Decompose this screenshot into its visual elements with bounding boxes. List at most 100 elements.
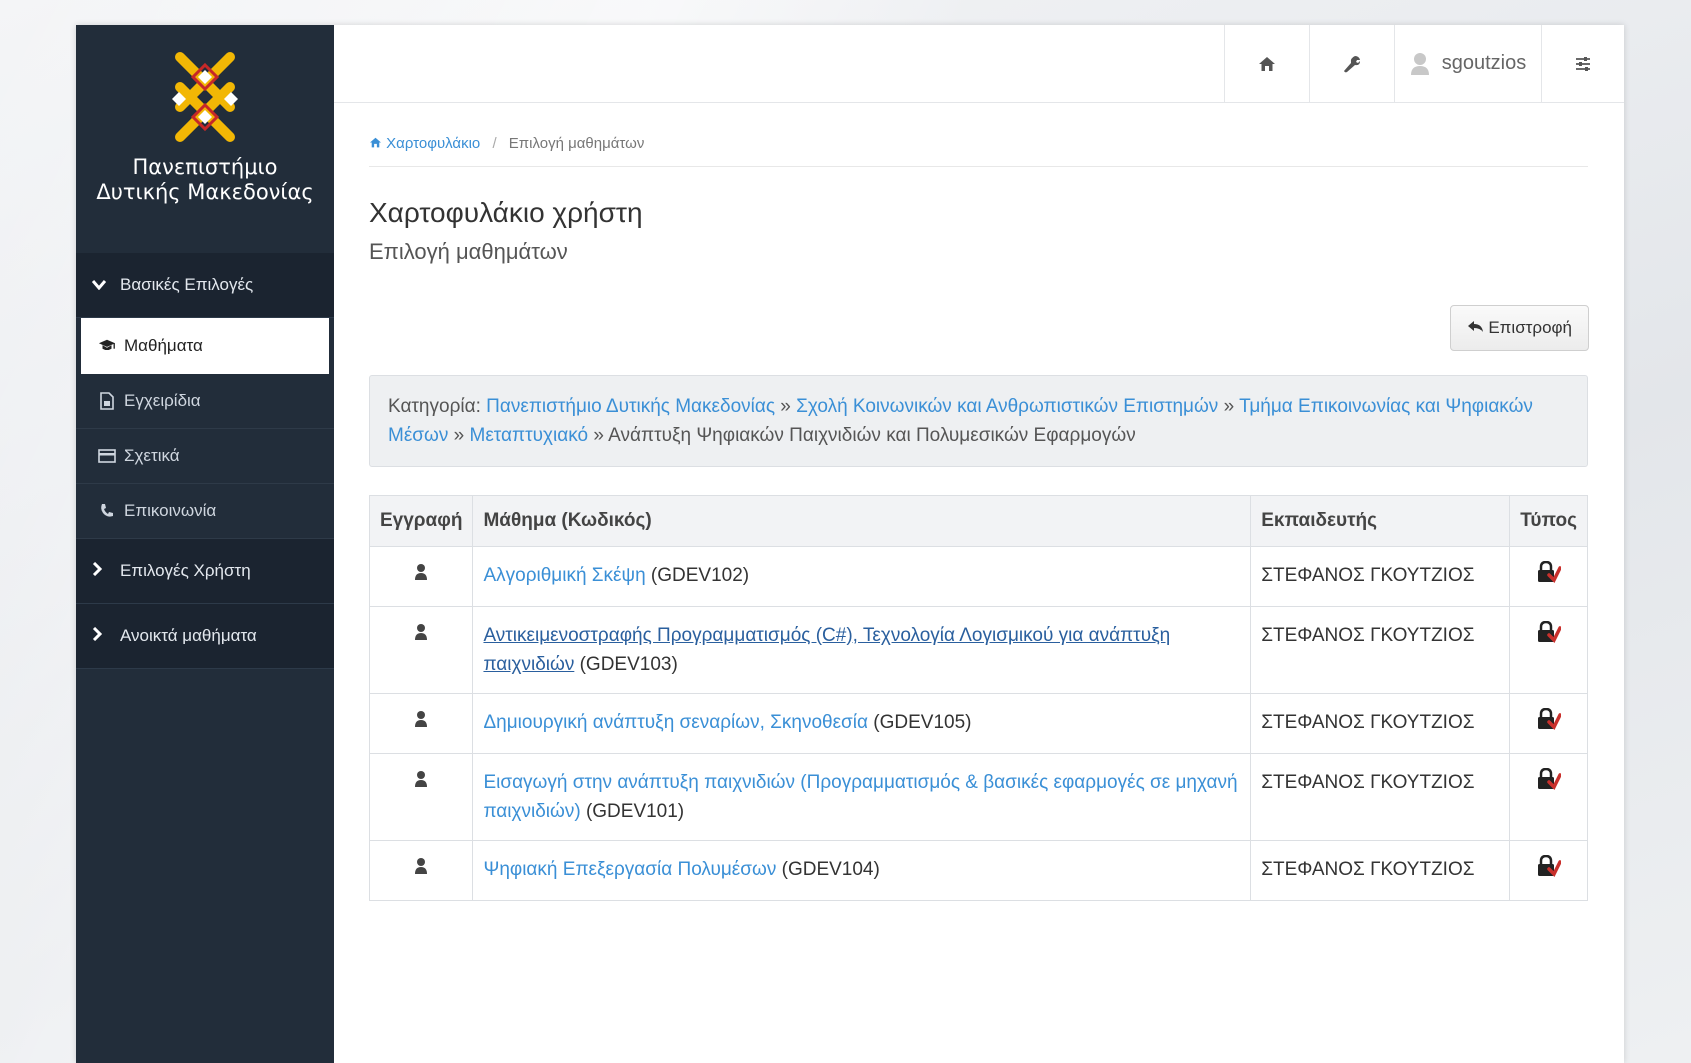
main-panel: sgoutzios Χαρτοφυλάκιο / Επιλογή μαθημάτ… [334,25,1624,1063]
home-icon [370,137,381,148]
instructor-cell: ΣΤΕΦΑΝΟΣ ΓΚΟΥΤΖΙΟΣ [1250,753,1511,841]
instructor-cell: ΣΤΕΦΑΝΟΣ ΓΚΟΥΤΖΙΟΣ [1250,840,1511,901]
category-label: Κατηγορία: [388,396,481,417]
sidebar-section-basic-label: Βασικές Επιλογές [120,275,254,294]
enroll-user-icon[interactable] [414,771,428,793]
user-icon [1410,52,1429,75]
column-header-instructor[interactable]: Εκπαιδευτής [1250,495,1511,547]
enroll-user-icon[interactable] [414,711,428,733]
course-code: (GDEV101) [585,801,685,822]
phone-icon [98,503,116,519]
graduation-cap-icon [98,338,116,354]
category-separator: » [453,425,465,446]
column-header-enroll[interactable]: Εγγραφή [368,495,474,547]
enroll-user-icon[interactable] [414,564,428,586]
top-navbar: sgoutzios [334,25,1624,103]
type-cell [1509,840,1588,901]
lock-check-icon [1537,620,1562,648]
category-link-university[interactable]: Πανεπιστήμιο Δυτικής Μακεδονίας [486,396,775,417]
sidebar-item-courses[interactable]: Μαθήματα [81,318,329,374]
username: sgoutzios [1441,52,1527,74]
category-path: Κατηγορία: Πανεπιστήμιο Δυτικής Μακεδονί… [369,375,1588,467]
wrench-icon [1344,55,1360,72]
sidebar-section-user-options[interactable]: Επιλογές Χρήστη [76,539,334,604]
course-cell: Εισαγωγή στην ανάπτυξη παιχνιδιών (Προγρ… [472,753,1252,841]
sidebar: Πανεπιστήμιο Δυτικής Μακεδονίας Βασικές … [76,25,334,1063]
sidebar-item-about[interactable]: Σχετικά [76,429,334,484]
lock-check-icon [1537,767,1562,795]
category-separator: » [1223,396,1235,417]
university-name-line1: Πανεπιστήμιο [132,155,278,179]
sidebar-item-label: Επικοινωνία [124,501,217,520]
type-cell [1509,606,1588,694]
university-name: Πανεπιστήμιο Δυτικής Μακεδονίας [96,155,313,205]
sidebar-section-open-label: Ανοικτά μαθήματα [120,626,257,645]
category-separator: » [780,396,791,417]
reply-arrow-icon [1467,321,1483,332]
enroll-cell [368,606,474,694]
sidebar-section-open-courses[interactable]: Ανοικτά μαθήματα [76,604,334,669]
type-cell [1509,693,1588,754]
home-button[interactable] [1224,25,1309,102]
sidebar-item-label: Μαθήματα [124,336,203,355]
sidebar-item-manuals[interactable]: Εγχειρίδια [76,374,334,429]
back-button-label: Επιστροφή [1488,318,1572,337]
breadcrumb-current: Επιλογή μαθημάτων [508,135,645,152]
table-row: Αντικειμενοστραφής Προγραμματισμός (C#),… [368,606,1588,694]
content-area: Χαρτοφυλάκιο / Επιλογή μαθημάτων Χαρτοφυ… [334,103,1624,901]
university-name-line2: Δυτικής Μακεδονίας [96,180,314,204]
chevron-right-icon [92,626,112,646]
course-code: (GDEV103) [579,654,678,675]
category-link-school[interactable]: Σχολή Κοινωνικών και Ανθρωπιστικών Επιστ… [796,396,1218,417]
chevron-down-icon [91,275,112,295]
settings-toggle-button[interactable] [1541,25,1624,102]
course-cell: Ψηφιακή Επεξεργασία Πολυμέσων (GDEV104) [472,840,1252,901]
document-icon [98,392,116,410]
lock-check-icon [1537,854,1562,882]
column-header-type[interactable]: Τύπος [1509,495,1588,547]
enroll-cell [368,840,474,901]
table-row: Ψηφιακή Επεξεργασία Πολυμέσων (GDEV104) Σ… [368,840,1588,901]
course-link[interactable]: Ψηφιακή Επεξεργασία Πολυμέσων [483,859,776,880]
sidebar-section-user-label: Επιλογές Χρήστη [120,561,251,580]
app-frame: Πανεπιστήμιο Δυτικής Μακεδονίας Βασικές … [76,25,1624,1063]
chevron-right-icon [92,561,112,581]
back-button[interactable]: Επιστροφή [1449,305,1589,351]
category-separator: » [593,425,604,446]
course-code: (GDEV102) [650,565,750,586]
university-emblem-icon [172,52,238,142]
enroll-user-icon[interactable] [414,858,428,880]
sidebar-item-contact[interactable]: Επικοινωνία [76,484,334,539]
course-cell: Αντικειμενοστραφής Προγραμματισμός (C#),… [472,606,1252,694]
table-header-row: Εγγραφή Μάθημα (Κωδικός) Εκπαιδευτής Τύπ… [368,495,1588,547]
course-link[interactable]: Αλγοριθμική Σκέψη [483,565,645,586]
page-subtitle: Επιλογή μαθημάτων [369,239,568,264]
card-icon [98,449,116,463]
breadcrumb-home-label: Χαρτοφυλάκιο [386,135,481,152]
category-current: Ανάπτυξη Ψηφιακών Παιχνιδιών και Πολυμεσ… [608,425,1136,446]
lock-check-icon [1537,560,1562,588]
home-icon [1259,56,1275,71]
enroll-cell [368,693,474,754]
breadcrumb: Χαρτοφυλάκιο / Επιλογή μαθημάτων [369,135,1588,167]
page-title: Χαρτοφυλάκιο χρήστη [369,197,643,228]
course-code: (GDEV104) [781,859,880,880]
enroll-user-icon[interactable] [414,624,428,646]
column-header-course[interactable]: Μάθημα (Κωδικός) [472,495,1252,547]
university-logo[interactable]: Πανεπιστήμιο Δυτικής Μακεδονίας [76,25,334,253]
sidebar-item-label: Εγχειρίδια [124,391,201,410]
instructor-cell: ΣΤΕΦΑΝΟΣ ΓΚΟΥΤΖΙΟΣ [1250,546,1511,607]
category-link-postgraduate[interactable]: Μεταπτυχιακό [470,425,589,446]
course-code: (GDEV105) [873,712,972,733]
instructor-cell: ΣΤΕΦΑΝΟΣ ΓΚΟΥΤΖΙΟΣ [1250,693,1511,754]
table-row: Αλγοριθμική Σκέψη (GDEV102) ΣΤΕΦΑΝΟΣ ΓΚΟΥ… [368,546,1588,607]
table-row: Δημιουργική ανάπτυξη σεναρίων, Σκηνοθεσί… [368,693,1588,754]
type-cell [1509,546,1588,607]
course-cell: Δημιουργική ανάπτυξη σεναρίων, Σκηνοθεσί… [472,693,1252,754]
breadcrumb-home-link[interactable]: Χαρτοφυλάκιο [369,135,484,152]
sidebar-section-basic[interactable]: Βασικές Επιλογές [76,253,334,318]
type-cell [1509,753,1588,841]
course-link[interactable]: Δημιουργική ανάπτυξη σεναρίων, Σκηνοθεσί… [483,712,868,733]
tools-button[interactable] [1309,25,1394,102]
user-menu[interactable]: sgoutzios [1394,25,1541,102]
